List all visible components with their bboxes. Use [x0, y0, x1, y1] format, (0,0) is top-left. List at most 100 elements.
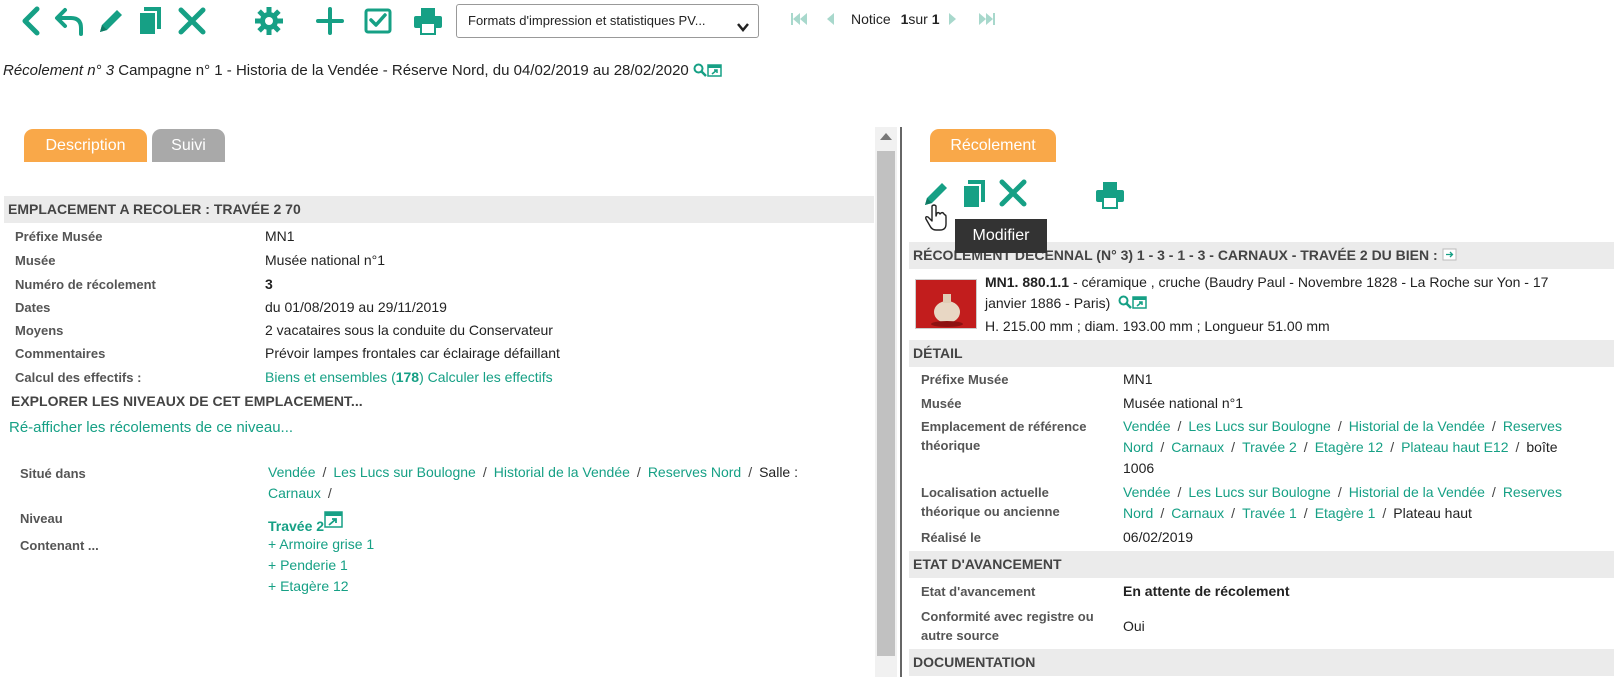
path-link[interactable]: Vendée: [1123, 484, 1171, 500]
print-icon[interactable]: [411, 4, 445, 38]
detail-label: théorique: [921, 438, 981, 453]
tab-suivi-label: Suivi: [171, 137, 206, 154]
field-value: Prévoir lampes frontales car éclairage d…: [265, 345, 560, 361]
detail-value: 06/02/2019: [1123, 529, 1194, 545]
loc-path-line1: Vendée / Les Lucs sur Boulogne / Historial d…: [1123, 484, 1562, 500]
path-tail: boîte: [1526, 439, 1558, 455]
contenant-label: Contenant ...: [20, 538, 99, 553]
breadcrumb-recolement: Récolement n° 3: [3, 62, 115, 79]
path-link[interactable]: Etagère 1: [1315, 505, 1376, 521]
search-icon[interactable]: [1118, 295, 1133, 312]
path-link[interactable]: Reserves Nord: [648, 464, 741, 480]
object-line2: janvier 1886 - Paris): [985, 295, 1148, 312]
empl-path-line2: Nord / Carnaux / Travée 2/Etagère 12/Plateau…: [1123, 439, 1558, 455]
calculer-effectifs-link[interactable]: Calculer les effectifs: [428, 369, 553, 385]
gear-icon[interactable]: [252, 4, 286, 38]
breadcrumb: Récolement n° 3 Campagne n° 1 - Historia…: [3, 62, 723, 81]
path-link[interactable]: Carnaux: [1171, 439, 1224, 455]
section-detail: DÉTAIL: [909, 340, 1614, 367]
detail-label: Préfixe Musée: [921, 372, 1009, 387]
copy-icon[interactable]: [959, 178, 989, 213]
tab-recolement-label: Récolement: [950, 137, 1036, 154]
print-icon[interactable]: [1094, 180, 1126, 213]
path-link[interactable]: Carnaux: [1171, 505, 1224, 521]
object-thumbnail[interactable]: [915, 279, 977, 329]
niveau-label: Niveau: [20, 511, 63, 526]
field-value: du 01/08/2019 au 29/11/2019: [265, 299, 447, 315]
pencil-icon[interactable]: [94, 4, 128, 38]
undo-icon[interactable]: [53, 4, 87, 38]
path-link[interactable]: Vendée: [1123, 418, 1171, 434]
biens-ensembles-link[interactable]: Biens et ensembles (178): [265, 369, 424, 385]
plus-icon[interactable]: [313, 4, 347, 38]
salle-text: Salle :: [759, 464, 798, 480]
path-link[interactable]: Travée 2: [1242, 439, 1297, 455]
contenant-item[interactable]: + Armoire grise 1: [268, 536, 374, 552]
format-select[interactable]: Formats d'impression et statistiques PV.…: [456, 4, 759, 38]
close-icon[interactable]: [998, 178, 1028, 211]
object-dims: H. 215.00 mm ; diam. 193.00 mm ; Longueu…: [985, 318, 1330, 334]
back-icon[interactable]: [14, 4, 48, 38]
first-page-icon[interactable]: [790, 12, 808, 29]
situe-label: Situé dans: [20, 466, 86, 481]
detail-label: Musée: [921, 396, 962, 411]
situe-path: Vendée / Les Lucs sur Boulogne / Historial d…: [268, 464, 798, 480]
path-link[interactable]: Plateau haut E12: [1401, 439, 1508, 455]
path-link[interactable]: Les Lucs sur Boulogne: [333, 464, 475, 480]
path-link[interactable]: Vendée: [268, 464, 316, 480]
empl-path-line1: Vendée / Les Lucs sur Boulogne / Historial d…: [1123, 418, 1562, 434]
field-label: Commentaires: [15, 346, 106, 361]
field-value: 3: [265, 276, 273, 292]
section-emplacement: EMPLACEMENT A RECOLER : TRAVÉE 2 70: [4, 196, 874, 223]
scroll-up-arrow[interactable]: [880, 133, 892, 140]
section-documentation: DOCUMENTATION: [909, 649, 1614, 676]
path-link[interactable]: Historial de la Vendée: [494, 464, 630, 480]
path-link[interactable]: Les Lucs sur Boulogne: [1188, 484, 1330, 500]
pager-sur: sur: [908, 11, 928, 27]
field-label: Dates: [15, 300, 51, 315]
detail-value: Musée national n°1: [1123, 395, 1244, 411]
detail-label: autre source: [921, 628, 1000, 643]
path-link[interactable]: Carnaux: [268, 485, 321, 501]
path-link[interactable]: Historial de la Vendée: [1349, 418, 1485, 434]
biens-count: 178: [395, 369, 420, 385]
pager-total: 1: [931, 11, 940, 27]
copy-icon[interactable]: [133, 4, 167, 38]
contenant-item[interactable]: + Etagère 12: [268, 578, 349, 594]
open-window-icon[interactable]: [707, 63, 723, 81]
explore-title: EXPLORER LES NIVEAUX DE CET EMPLACEMENT.…: [11, 393, 363, 409]
field-label: Moyens: [15, 323, 64, 338]
path-link[interactable]: Nord: [1123, 439, 1153, 455]
prev-page-icon[interactable]: [825, 12, 835, 29]
panel-divider[interactable]: [900, 127, 902, 677]
close-icon[interactable]: [175, 4, 209, 38]
external-link-icon[interactable]: [1442, 243, 1457, 269]
field-value: MN1: [265, 228, 295, 244]
contenant-item[interactable]: + Penderie 1: [268, 557, 348, 573]
path-link[interactable]: Historial de la Vendée: [1349, 484, 1485, 500]
path-link[interactable]: Nord: [1123, 505, 1153, 521]
path-link[interactable]: Les Lucs sur Boulogne: [1188, 418, 1330, 434]
path-link[interactable]: Travée 1: [1242, 505, 1297, 521]
tab-description[interactable]: Description: [24, 129, 147, 162]
open-window-icon[interactable]: [324, 511, 344, 532]
next-page-icon[interactable]: [948, 12, 958, 29]
last-page-icon[interactable]: [978, 12, 996, 29]
tab-recolement[interactable]: Récolement: [930, 129, 1056, 162]
open-window-icon[interactable]: [1132, 295, 1148, 312]
scrollbar-thumb[interactable]: [877, 151, 895, 656]
checkbox-icon[interactable]: [361, 4, 395, 38]
path-link[interactable]: Etagère 12: [1315, 439, 1384, 455]
tab-description-label: Description: [45, 137, 126, 154]
detail-label: théorique ou ancienne: [921, 504, 1060, 519]
niveau-link[interactable]: Travée 2: [268, 518, 324, 534]
search-icon[interactable]: [693, 63, 707, 81]
field-value: 2 vacataires sous la conduite du Conserv…: [265, 322, 553, 338]
pager-text: Notice 1sur 1: [851, 11, 940, 27]
path-link[interactable]: Reserves: [1503, 484, 1562, 500]
path-link[interactable]: Reserves: [1503, 418, 1562, 434]
situe-path-line2: Carnaux /: [268, 485, 332, 501]
tab-suivi[interactable]: Suivi: [152, 129, 225, 162]
reafficher-link[interactable]: Ré-afficher les récolements de ce niveau…: [9, 419, 293, 436]
conformite-value: Oui: [1123, 618, 1145, 634]
